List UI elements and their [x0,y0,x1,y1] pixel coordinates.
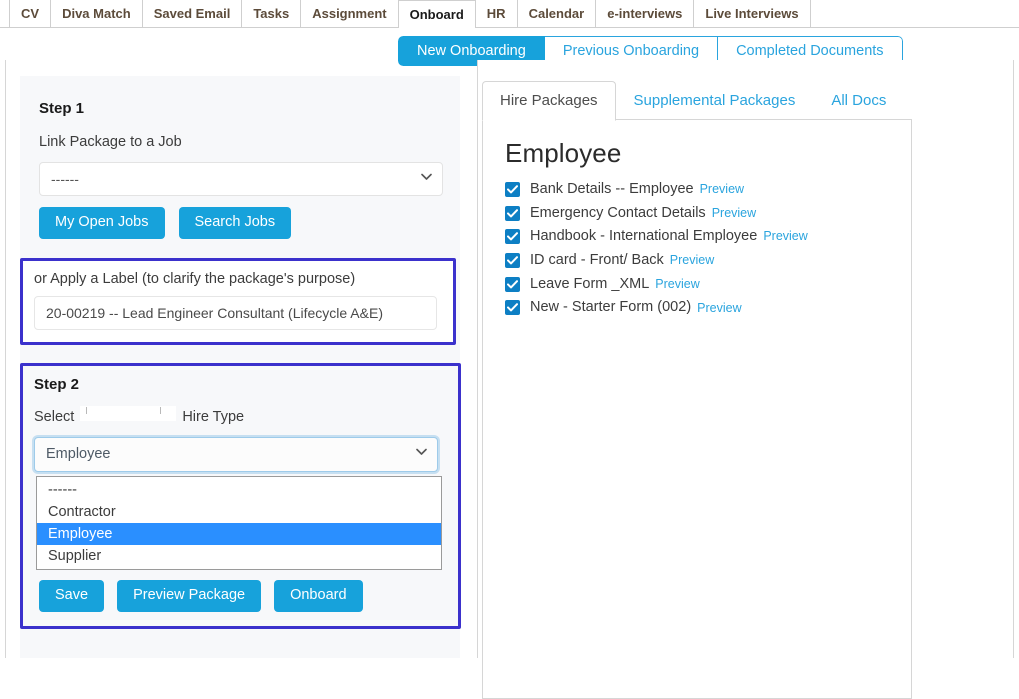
save-button[interactable]: Save [39,579,105,612]
dropdown-option[interactable]: Contractor [37,501,441,523]
step-2-title: Step 2 [34,375,80,393]
preview-link[interactable]: Preview [712,206,756,220]
package-tab-hire-packages[interactable]: Hire Packages [482,81,616,121]
document-row: ID card - Front/ Back Preview [505,252,911,269]
redacted-text [80,405,177,421]
document-row: Bank Details -- Employee Preview [505,181,911,198]
package-tabs: Hire Packages Supplemental Packages All Do… [482,81,904,121]
main-tab-cv[interactable]: CV [9,0,52,27]
hire-type-label-prefix: Select [34,408,75,425]
main-tab-hr[interactable]: HR [474,0,518,27]
chevron-down-icon [416,448,427,458]
hire-type-select[interactable]: Employee [34,436,438,472]
hire-type-dropdown-list[interactable]: ------ Contractor Employee Supplier [36,475,442,570]
right-panel: Hire Packages Supplemental Packages All Do… [478,60,1013,699]
package-title: Employee [505,138,622,168]
main-tab-diva-match[interactable]: Diva Match [50,0,143,27]
step-2-buttons-row: Save Preview Package Onboard [34,579,447,612]
checkbox-checked-icon[interactable] [505,252,520,268]
dropdown-option[interactable]: ------ [37,479,441,501]
left-panel: Step 1 Link Package to a Job ------ My O… [20,76,461,658]
checkbox-checked-icon[interactable] [505,300,520,316]
my-open-jobs-button[interactable]: My Open Jobs [39,207,165,239]
preview-link[interactable]: Preview [763,229,807,243]
document-name: Leave Form _XML [530,275,650,292]
main-tab-saved-email[interactable]: Saved Email [141,0,243,27]
main-tab-onboard[interactable]: Onboard [397,0,476,28]
document-name: ID card - Front/ Back [530,252,664,269]
document-name: Handbook - International Employee [530,228,758,245]
link-package-label: Link Package to a Job [39,134,182,150]
column-divider-right [1013,60,1014,658]
label-input[interactable]: 20-00219 -- Lead Engineer Consultant (Li… [34,295,437,330]
apply-label-title: or Apply a Label (to clarify the package… [34,270,356,287]
main-tab-assignment[interactable]: Assignment [300,0,399,27]
dropdown-option[interactable]: Supplier [37,545,441,567]
document-name: Emergency Contact Details [530,204,706,221]
document-list: Bank Details -- Employee Preview Emergency… [505,181,911,316]
step-1-title: Step 1 [39,100,85,117]
step-2-section: Step 2 Select Hire Type Employee ------ C… [20,362,461,629]
package-tab-all-docs[interactable]: All Docs [813,81,904,121]
checkbox-checked-icon[interactable] [505,229,520,245]
checkbox-checked-icon[interactable] [505,205,520,221]
onboard-button[interactable]: Onboard [274,579,363,612]
job-select-value: ------ [51,171,79,187]
main-tab-e-interviews[interactable]: e-interviews [595,0,695,27]
main-tab-live-interviews[interactable]: Live Interviews [693,0,811,27]
checkbox-checked-icon[interactable] [505,181,520,197]
job-select[interactable]: ------ [39,162,443,196]
job-buttons-row: My Open Jobs Search Jobs [39,207,441,239]
main-tab-calendar[interactable]: Calendar [516,0,597,27]
document-row: Handbook - International Employee Preview [505,228,911,245]
main-tab-tasks[interactable]: Tasks [241,0,302,27]
preview-package-button[interactable]: Preview Package [117,579,262,612]
hire-type-label-suffix: Hire Type [182,408,245,425]
dropdown-option[interactable]: Employee [37,522,441,545]
preview-link[interactable]: Preview [697,301,741,315]
apply-label-section: or Apply a Label (to clarify the package… [20,257,456,345]
preview-link[interactable]: Preview [700,182,744,196]
document-row: Leave Form _XML Preview [505,276,911,293]
document-name: Bank Details -- Employee [530,181,694,197]
chevron-down-icon [421,173,432,183]
search-jobs-button[interactable]: Search Jobs [178,207,292,239]
hire-type-select-value: Employee [46,446,111,463]
hire-packages-panel: Employee Bank Details -- Employee Preview… [482,119,912,699]
page-left-border [5,60,6,658]
document-name: New - Starter Form (002) [530,299,692,316]
hire-type-label: Select Hire Type [34,405,447,425]
step-1-section: Step 1 Link Package to a Job ------ My O… [20,76,460,245]
main-tab-strip: CV Diva Match Saved Email Tasks Assignment On… [0,0,1019,28]
preview-link[interactable]: Preview [670,253,714,267]
package-tab-supplemental-packages[interactable]: Supplemental Packages [616,81,814,121]
checkbox-checked-icon[interactable] [505,276,520,292]
document-row: New - Starter Form (002) Preview [505,299,911,316]
document-row: Emergency Contact Details Preview [505,205,911,222]
preview-link[interactable]: Preview [655,277,699,291]
